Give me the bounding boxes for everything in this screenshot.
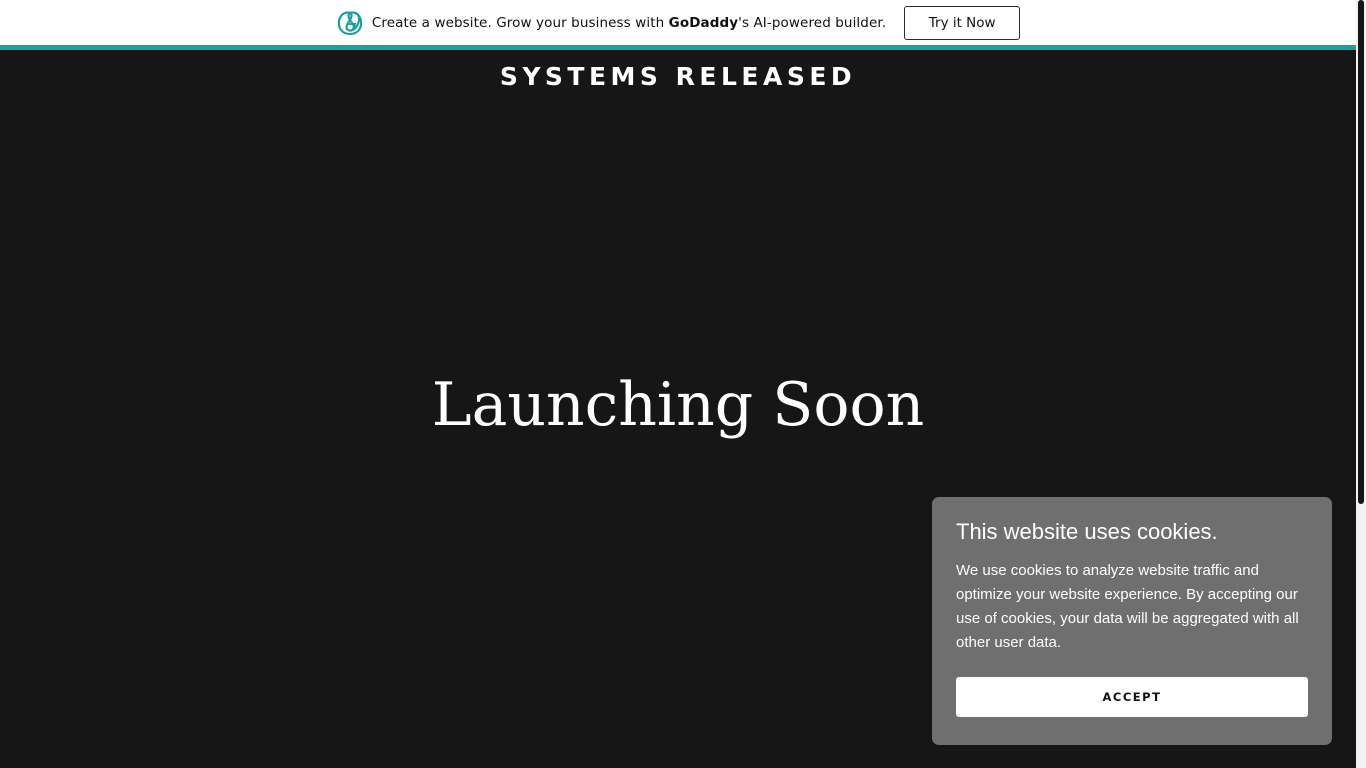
site-title[interactable]: SYSTEMS RELEASED (0, 62, 1356, 91)
promo-text-before: Create a website. Grow your business wit… (371, 14, 669, 31)
godaddy-logo-icon[interactable] (336, 9, 364, 37)
promo-message: Create a website. Grow your business wit… (372, 15, 886, 31)
accept-cookies-button[interactable]: ACCEPT (956, 677, 1308, 717)
page: Create a website. Grow your business wit… (0, 0, 1366, 768)
scrollbar-thumb[interactable] (1358, 0, 1364, 504)
promo-brand: GoDaddy (668, 14, 739, 31)
promo-text-after: 's AI-powered builder. (738, 14, 887, 31)
cookie-consent-panel: This website uses cookies. We use cookie… (932, 497, 1332, 745)
cookie-message: We use cookies to analyze website traffi… (956, 562, 1299, 651)
scrollbar[interactable] (1356, 0, 1366, 768)
hero-heading: Launching Soon (431, 370, 925, 440)
promo-content: Create a website. Grow your business wit… (336, 5, 1021, 40)
cookie-title: This website uses cookies. (956, 519, 1218, 544)
promo-banner: Create a website. Grow your business wit… (0, 0, 1356, 45)
teal-accent-line (0, 45, 1356, 50)
try-it-now-button[interactable]: Try it Now (904, 5, 1021, 40)
